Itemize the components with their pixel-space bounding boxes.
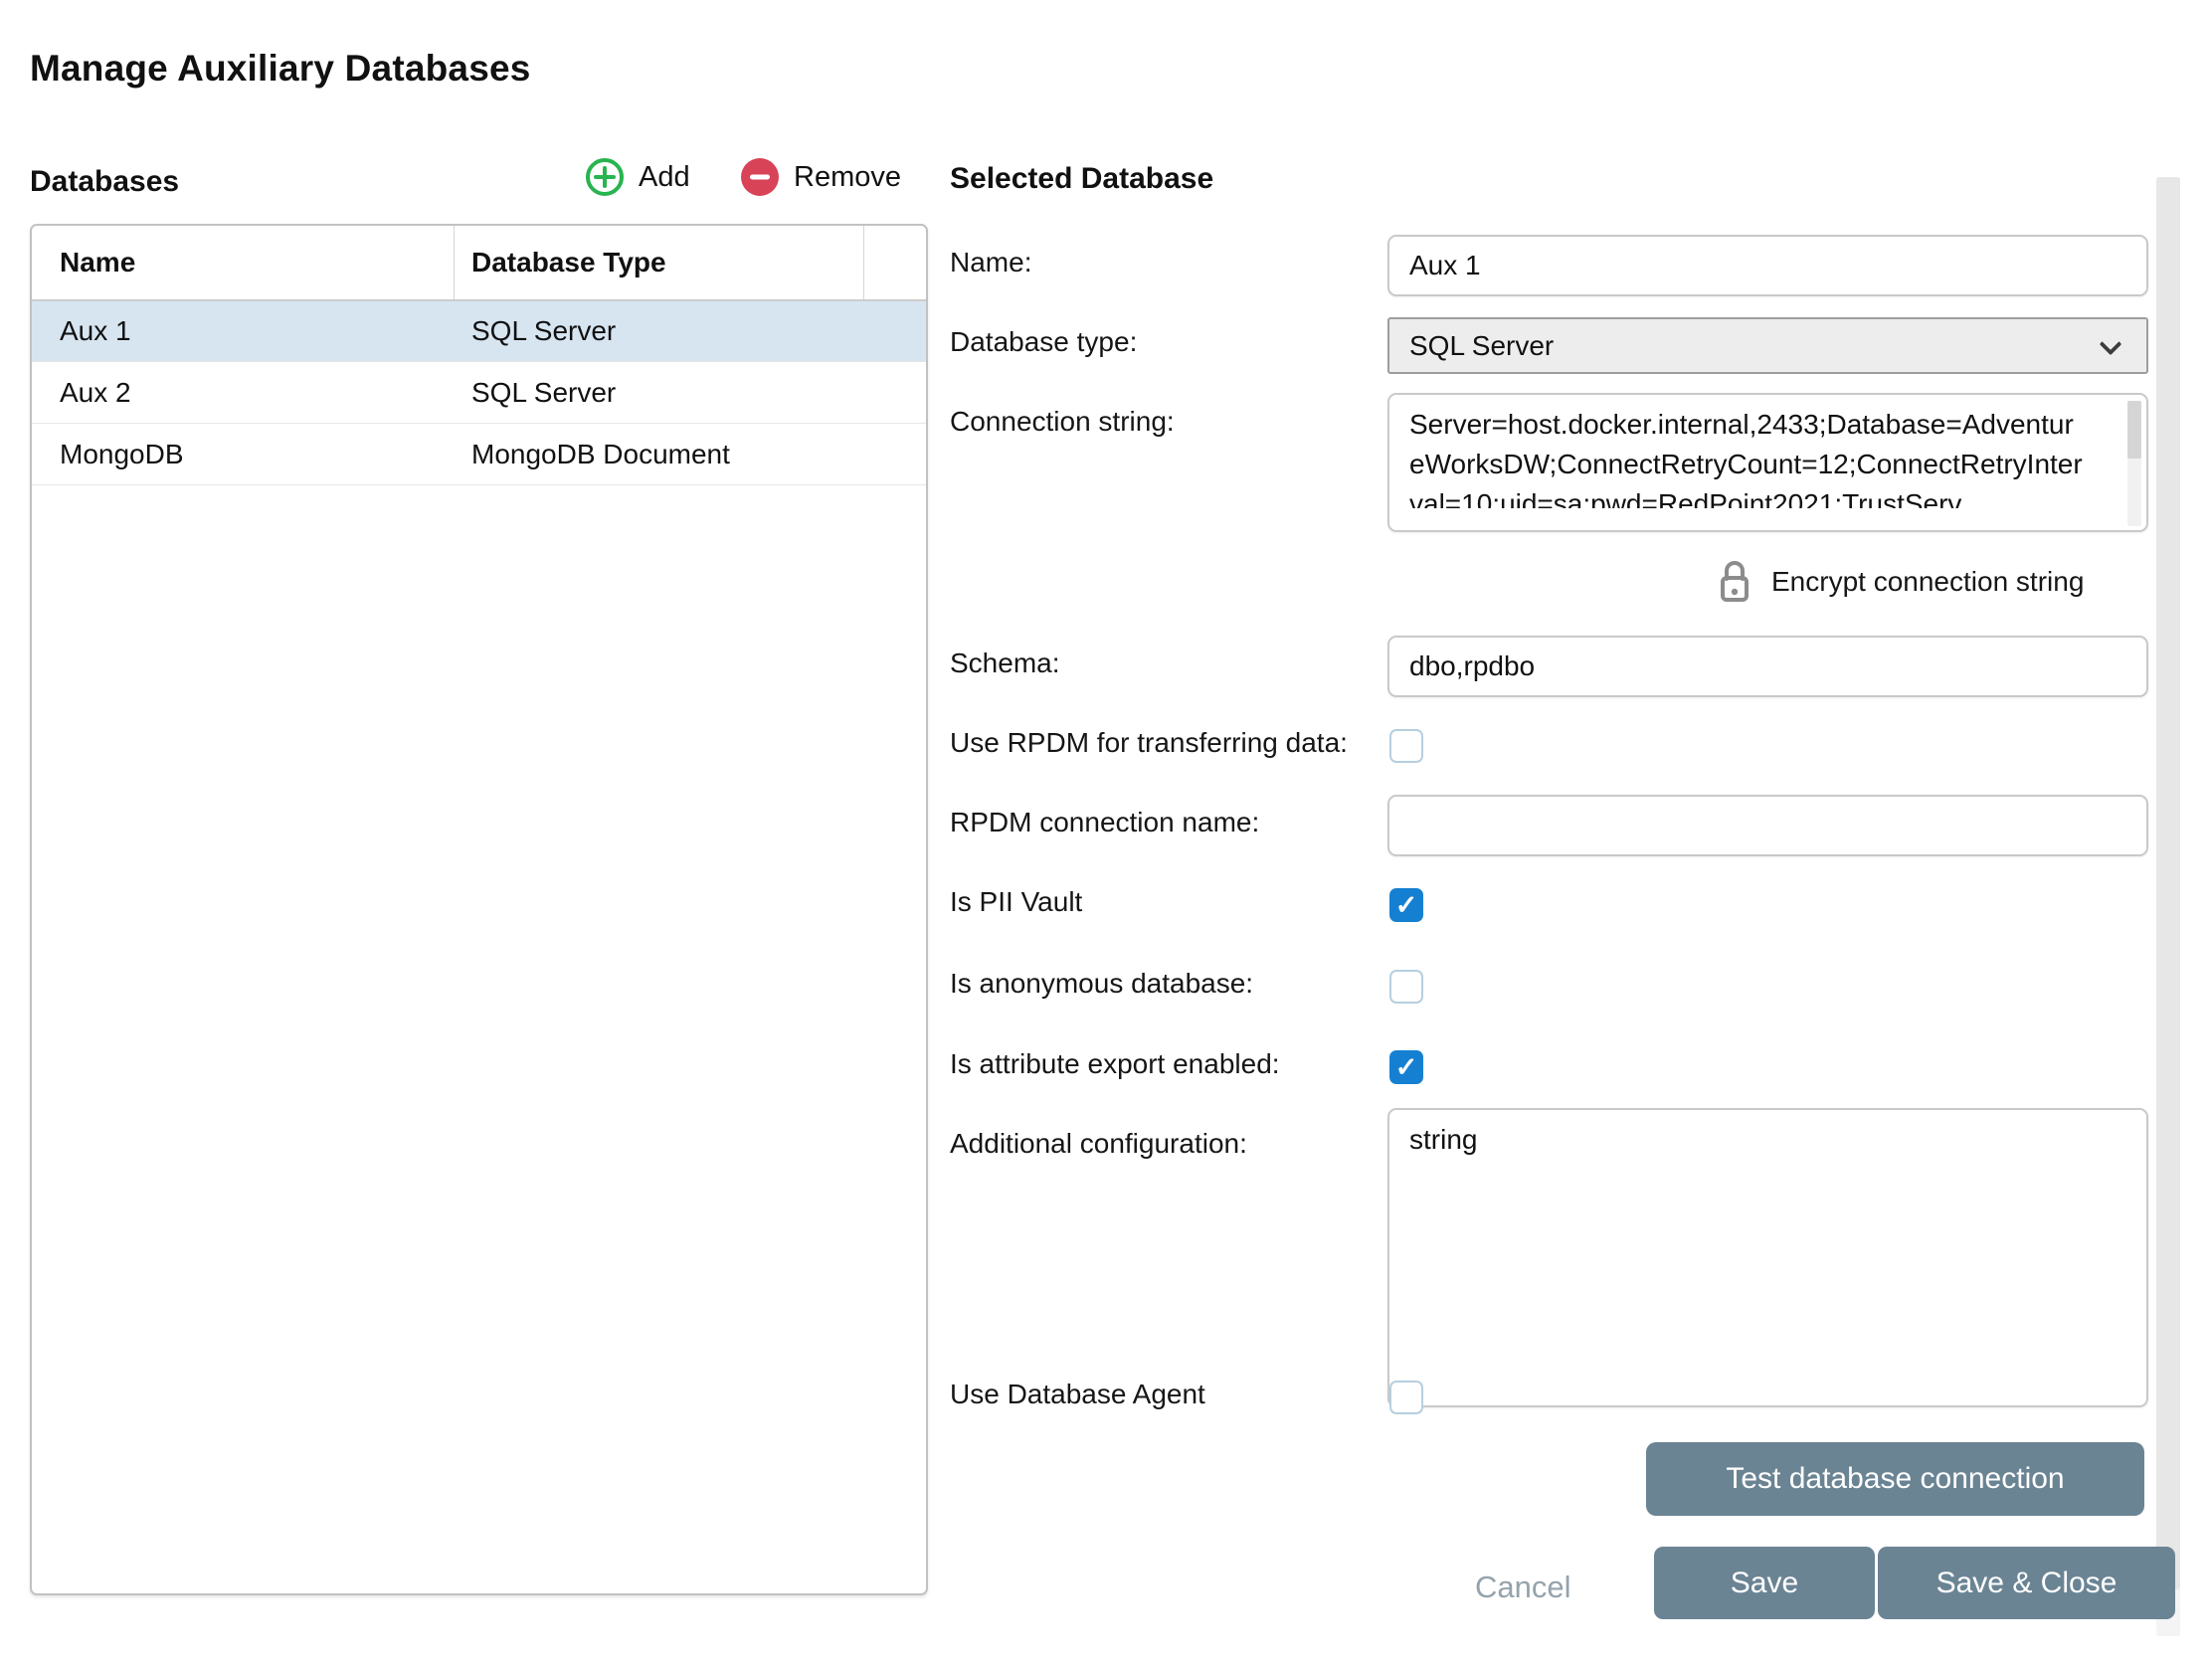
- is-attribute-export-label: Is attribute export enabled:: [950, 1048, 1280, 1080]
- add-button-label: Add: [639, 161, 690, 194]
- use-database-agent-label: Use Database Agent: [950, 1379, 1205, 1410]
- is-pii-vault-label: Is PII Vault: [950, 886, 1082, 918]
- save-button[interactable]: Save: [1654, 1547, 1875, 1619]
- database-row-name: Aux 1: [32, 315, 455, 347]
- is-anonymous-database-checkbox[interactable]: [1389, 970, 1423, 1004]
- rpdm-connection-name-label: RPDM connection name:: [950, 807, 1259, 838]
- rpdm-connection-name-input[interactable]: [1387, 795, 2148, 856]
- database-row-type: MongoDB Document: [455, 439, 730, 470]
- cancel-button[interactable]: Cancel: [1475, 1570, 1571, 1605]
- add-icon: [585, 157, 625, 197]
- connection-string-clip: Server=host.docker.internal,2433;Databas…: [1389, 395, 2101, 508]
- database-row-aux2[interactable]: Aux 2 SQL Server: [32, 362, 926, 424]
- remove-button-label: Remove: [794, 161, 901, 194]
- database-row-name: MongoDB: [32, 439, 455, 470]
- name-label: Name:: [950, 247, 1031, 278]
- connection-string-value: Server=host.docker.internal,2433;Databas…: [1389, 395, 2086, 508]
- use-rpdm-checkbox[interactable]: [1389, 729, 1423, 763]
- use-database-agent-checkbox[interactable]: [1389, 1381, 1423, 1414]
- right-panel-scrollbar[interactable]: [2156, 177, 2180, 1636]
- page-title: Manage Auxiliary Databases: [30, 48, 531, 90]
- database-row-aux1[interactable]: Aux 1 SQL Server: [32, 300, 926, 362]
- database-row-mongodb[interactable]: MongoDB MongoDB Document: [32, 424, 926, 485]
- database-type-select[interactable]: SQL Server: [1387, 317, 2148, 374]
- additional-configuration-textarea[interactable]: string: [1387, 1108, 2148, 1407]
- connection-string-scrollbar[interactable]: [2127, 401, 2141, 526]
- is-anonymous-database-label: Is anonymous database:: [950, 968, 1253, 1000]
- database-row-name: Aux 2: [32, 377, 455, 409]
- right-panel-scrollbar-thumb[interactable]: [2156, 177, 2180, 1589]
- selected-database-heading: Selected Database: [950, 162, 1213, 196]
- chevron-down-icon: [2100, 333, 2122, 356]
- database-type-selected-value: SQL Server: [1409, 330, 1554, 362]
- column-header-database-type[interactable]: Database Type: [455, 226, 864, 299]
- column-header-empty: [864, 226, 926, 299]
- database-row-type: SQL Server: [455, 315, 616, 347]
- encrypt-connection-string-label: Encrypt connection string: [1771, 566, 2084, 598]
- databases-list: Name Database Type Aux 1 SQL Server Aux …: [30, 224, 928, 1595]
- database-type-label: Database type:: [950, 326, 1137, 358]
- connection-string-label: Connection string:: [950, 406, 1175, 438]
- add-database-button[interactable]: Add: [585, 157, 690, 197]
- name-input[interactable]: [1387, 235, 2148, 296]
- remove-icon: [740, 157, 780, 197]
- database-row-type: SQL Server: [455, 377, 616, 409]
- encrypt-connection-string-button[interactable]: Encrypt connection string: [1716, 559, 2084, 605]
- test-database-connection-button[interactable]: Test database connection: [1646, 1442, 2144, 1516]
- remove-database-button[interactable]: Remove: [740, 157, 901, 197]
- databases-list-header: Name Database Type: [32, 226, 926, 300]
- column-header-name[interactable]: Name: [32, 226, 455, 299]
- schema-input[interactable]: [1387, 636, 2148, 697]
- connection-string-textarea[interactable]: Server=host.docker.internal,2433;Databas…: [1387, 393, 2148, 532]
- use-rpdm-label: Use RPDM for transferring data:: [950, 727, 1348, 759]
- is-pii-vault-checkbox[interactable]: [1389, 888, 1423, 922]
- is-attribute-export-checkbox[interactable]: [1389, 1050, 1423, 1084]
- schema-label: Schema:: [950, 647, 1060, 679]
- additional-configuration-label: Additional configuration:: [950, 1128, 1247, 1160]
- connection-string-scrollbar-thumb[interactable]: [2127, 401, 2141, 459]
- databases-heading: Databases: [30, 165, 179, 199]
- save-and-close-button[interactable]: Save & Close: [1878, 1547, 2175, 1619]
- lock-icon: [1716, 559, 1753, 605]
